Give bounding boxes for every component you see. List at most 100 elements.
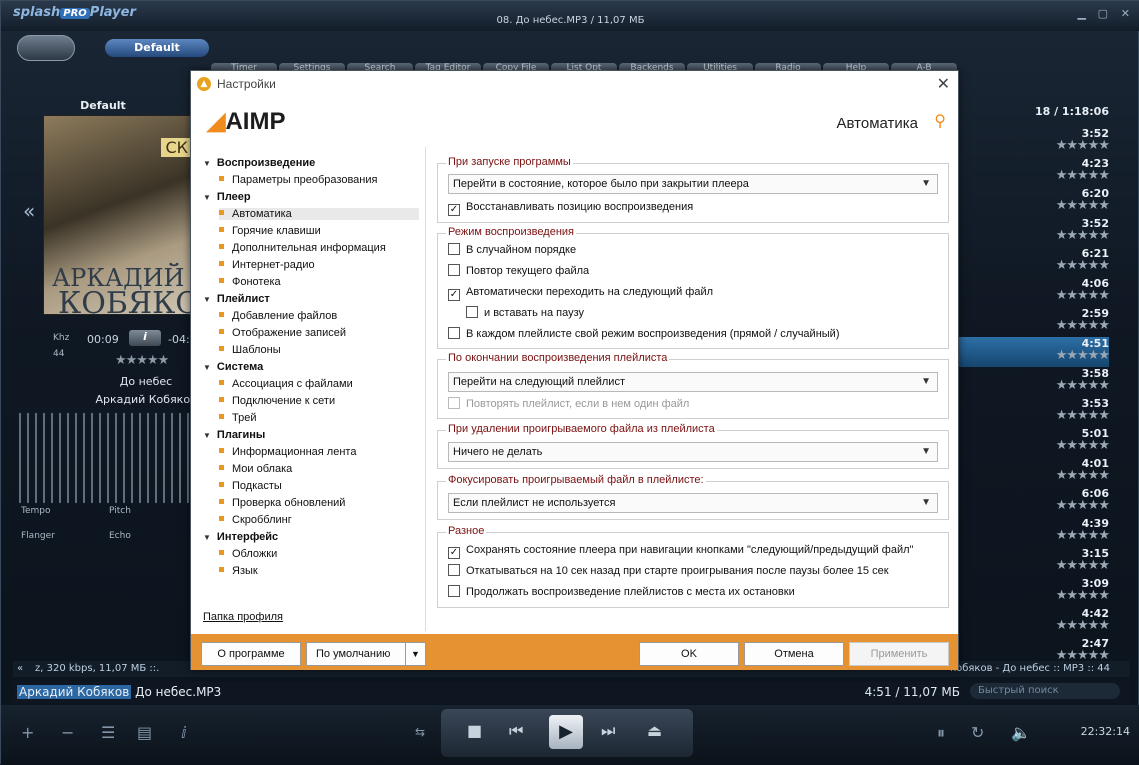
- playlist-menu-icon[interactable]: ▤: [137, 723, 152, 742]
- track-rating[interactable]: ★★★★★: [115, 353, 169, 368]
- chevron-down-icon: ▼: [921, 178, 931, 189]
- list-icon[interactable]: ☰: [101, 723, 115, 742]
- tree-item[interactable]: Подкасты: [219, 480, 419, 492]
- tree-item[interactable]: Проверка обновлений: [219, 497, 419, 509]
- expand-arrow-icon[interactable]: ▼: [203, 533, 211, 542]
- tree-category[interactable]: ▼ Плейлист: [203, 293, 270, 305]
- expand-arrow-icon[interactable]: ▼: [203, 295, 211, 304]
- auto-next-checkbox[interactable]: ✓ Автоматически переходить на следующий ф…: [448, 285, 713, 301]
- tree-item[interactable]: Шаблоны: [219, 344, 419, 356]
- tree-item[interactable]: Скробблинг: [219, 514, 419, 526]
- on-delete-combo-value: Ничего не делать: [453, 446, 543, 458]
- restore-icon[interactable]: ▢: [1098, 7, 1108, 20]
- tree-item[interactable]: Ассоциация с файлами: [219, 378, 419, 390]
- tree-item[interactable]: Трей: [219, 412, 419, 424]
- tree-item-label: Отображение записей: [232, 327, 347, 339]
- bullet-icon: [219, 244, 224, 249]
- startup-combo[interactable]: Перейти в состояние, которое было при за…: [448, 174, 938, 194]
- shuffle-checkbox[interactable]: В случайном порядке: [448, 243, 576, 259]
- per-playlist-checkbox[interactable]: В каждом плейлисте свой режим воспроизве…: [448, 327, 839, 343]
- flanger-label: Flanger: [21, 531, 55, 541]
- equalizer[interactable]: [19, 413, 191, 503]
- tree-item[interactable]: Язык: [219, 565, 419, 577]
- repeat-icon[interactable]: ↻: [971, 723, 984, 742]
- tree-item[interactable]: Горячие клавиши: [219, 225, 419, 237]
- tree-category[interactable]: ▼ Воспроизведение: [203, 157, 315, 169]
- chevron-left-icon[interactable]: «: [23, 199, 35, 223]
- playlist-end-combo-value: Перейти на следующий плейлист: [453, 376, 625, 388]
- tree-item[interactable]: Информационная лента: [219, 446, 419, 458]
- defaults-button[interactable]: По умолчанию: [306, 642, 406, 666]
- tree-item[interactable]: Мои облака: [219, 463, 419, 475]
- tree-item[interactable]: Дополнительная информация: [219, 242, 419, 254]
- pause-icon[interactable]: ⏸: [937, 723, 945, 743]
- tree-item-label: Язык: [232, 565, 258, 577]
- expand-arrow-icon[interactable]: ▼: [203, 363, 211, 372]
- bullet-icon: [219, 312, 224, 317]
- expand-arrow-icon[interactable]: ▼: [203, 159, 211, 168]
- checkbox-label: и вставать на паузу: [484, 307, 584, 319]
- search-icon[interactable]: ⚲: [934, 111, 946, 130]
- status-bar: Аркадий Кобяков До небес.MP3 4:51 / 11,0…: [13, 681, 1130, 703]
- volume-icon[interactable]: 🔈: [1011, 723, 1031, 742]
- add-icon[interactable]: +: [21, 723, 34, 742]
- tree-item[interactable]: Подключение к сети: [219, 395, 419, 407]
- restore-position-checkbox[interactable]: ✓ Восстанавливать позицию воспроизведения: [448, 200, 693, 216]
- tree-item[interactable]: Отображение записей: [219, 327, 419, 339]
- info-left-icon[interactable]: «: [17, 663, 23, 674]
- focus-combo-value: Если плейлист не используется: [453, 497, 616, 509]
- profile-folder-link[interactable]: Папка профиля: [203, 611, 283, 623]
- next-icon[interactable]: ⏭: [601, 721, 615, 741]
- cancel-button[interactable]: Отмена: [744, 642, 844, 666]
- info-button[interactable]: i: [129, 330, 161, 346]
- tree-item[interactable]: Автоматика: [219, 208, 419, 220]
- rewind-checkbox[interactable]: Откатываться на 10 сек назад при старте …: [448, 564, 889, 580]
- expand-arrow-icon[interactable]: ▼: [203, 193, 211, 202]
- preset-button[interactable]: Default: [105, 39, 209, 57]
- playlist-end-combo[interactable]: Перейти на следующий плейлист ▼: [448, 372, 938, 392]
- pause-checkbox[interactable]: и вставать на паузу: [466, 306, 584, 322]
- previous-icon[interactable]: ⏮: [509, 721, 523, 741]
- focus-combo[interactable]: Если плейлист не используется ▼: [448, 493, 938, 513]
- info-right-text: кобяков - До небес :: MP3 :: 44: [950, 663, 1110, 674]
- apply-button[interactable]: Применить: [849, 642, 949, 666]
- expand-arrow-icon[interactable]: ▼: [203, 431, 211, 440]
- tree-category-label: Плеер: [216, 191, 251, 203]
- info-icon[interactable]: ⅈ: [181, 723, 187, 742]
- aimp-app-icon: ▲: [197, 77, 211, 91]
- tree-item[interactable]: Интернет-радио: [219, 259, 419, 271]
- on-delete-combo[interactable]: Ничего не делать ▼: [448, 442, 938, 462]
- tree-category[interactable]: ▼ Плагины: [203, 429, 265, 441]
- save-state-checkbox[interactable]: ✓ Сохранять состояние плеера при навигаци…: [448, 543, 913, 559]
- quick-search-input[interactable]: Быстрый поиск: [970, 683, 1120, 699]
- close-icon[interactable]: ✕: [937, 74, 950, 93]
- tree-category[interactable]: ▼ Система: [203, 361, 263, 373]
- khz-label: Khz: [53, 333, 70, 343]
- tree-item[interactable]: Добавление файлов: [219, 310, 419, 322]
- ok-button[interactable]: OK: [639, 642, 739, 666]
- divider: [425, 147, 426, 631]
- stop-icon[interactable]: ■: [467, 721, 482, 740]
- eject-icon[interactable]: ⏏: [647, 721, 662, 740]
- defaults-dropdown-button[interactable]: ▼: [405, 642, 426, 666]
- checkbox-label: Повторять плейлист, если в нем один файл: [466, 398, 690, 410]
- tree-item[interactable]: Обложки: [219, 548, 419, 560]
- minimize-icon[interactable]: ▁: [1078, 7, 1086, 20]
- bullet-icon: [219, 176, 224, 181]
- eq-icon[interactable]: ⇆: [415, 725, 425, 739]
- tree-item-label: Дополнительная информация: [232, 242, 386, 254]
- resume-checkbox[interactable]: Продолжать воспроизведение плейлистов с …: [448, 585, 795, 601]
- back-forward-button[interactable]: [17, 35, 75, 61]
- bullet-icon: [219, 278, 224, 283]
- tree-category[interactable]: ▼ Интерфейс: [203, 531, 278, 543]
- about-button[interactable]: О программе: [201, 642, 301, 666]
- close-icon[interactable]: ✕: [1121, 7, 1130, 20]
- remove-icon[interactable]: −: [61, 723, 74, 742]
- tree-item-label: Мои облака: [232, 463, 293, 475]
- tree-category[interactable]: ▼ Плеер: [203, 191, 251, 203]
- tree-item[interactable]: Фонотека: [219, 276, 419, 288]
- repeat-file-checkbox[interactable]: Повтор текущего файла: [448, 264, 589, 280]
- tree-item[interactable]: Параметры преобразования: [219, 174, 419, 186]
- checkbox-box: [448, 397, 460, 409]
- play-button[interactable]: ▶: [549, 715, 583, 749]
